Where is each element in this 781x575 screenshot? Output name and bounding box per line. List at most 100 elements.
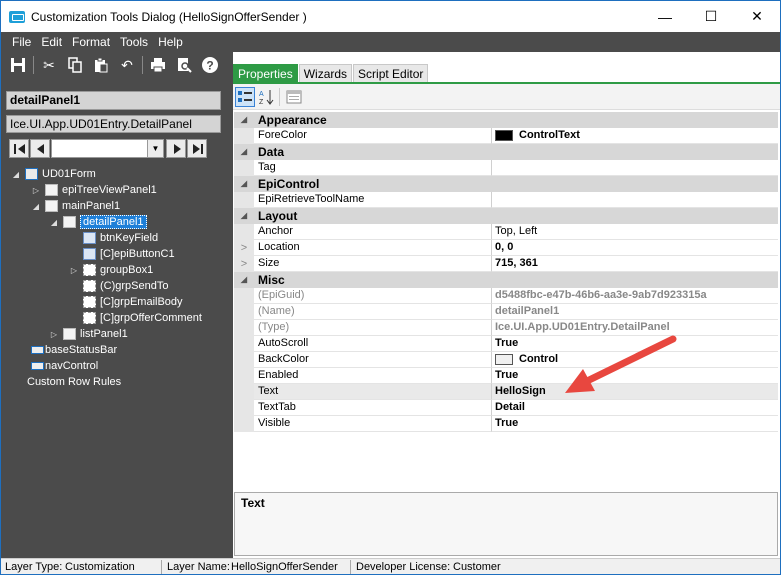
alphabetical-icon[interactable]: AZ [257,87,277,107]
next-button[interactable] [166,139,186,158]
tab-script-editor[interactable]: Script Editor [353,64,429,82]
property-category[interactable]: ◢ Appearance [234,112,778,128]
row-gutter[interactable]: ◢ [234,272,254,288]
property-row[interactable]: (EpiGuid) d5488fbc-e47b-46b6-aa3e-9ab7d92… [234,288,778,304]
maximize-button[interactable]: ☐ [688,1,734,32]
property-pages-icon[interactable] [284,87,304,107]
property-row[interactable]: Enabled True [234,368,778,384]
paste-icon[interactable] [90,54,112,76]
first-button[interactable] [9,139,29,158]
property-row[interactable]: > Size 715, 361 [234,256,778,272]
row-gutter[interactable] [234,416,254,432]
property-category[interactable]: ◢ Data [234,144,778,160]
menu-file[interactable]: File [7,35,36,49]
property-value[interactable]: 0, 0 [492,240,778,256]
property-row[interactable]: BackColor Control [234,352,778,368]
expand-icon[interactable]: > [241,242,247,254]
row-gutter[interactable] [234,288,254,304]
previous-button[interactable] [30,139,50,158]
row-gutter[interactable]: > [234,256,254,272]
tree-node[interactable]: baseStatusBar [31,342,117,358]
menu-edit[interactable]: Edit [36,35,67,49]
collapse-icon[interactable]: ◢ [49,218,59,227]
row-gutter[interactable]: ◢ [234,112,254,128]
property-category[interactable]: ◢ Misc [234,272,778,288]
property-category[interactable]: ◢ EpiControl [234,176,778,192]
categorized-icon[interactable] [235,86,255,107]
tab-properties[interactable]: Properties [233,64,298,82]
tree-node[interactable]: (C)grpSendTo [69,278,168,294]
property-value[interactable]: detailPanel1 [492,304,778,320]
property-row[interactable]: Text HelloSign [234,384,778,400]
property-row[interactable]: Tag [234,160,778,176]
tree-node[interactable]: btnKeyField [69,230,158,246]
tree-node[interactable]: ▷ listPanel1 [49,326,128,342]
help-icon[interactable]: ? [199,54,221,76]
tree-node[interactable]: [C]grpEmailBody [69,294,183,310]
menu-format[interactable]: Format [67,35,115,49]
expand-icon[interactable]: ▷ [31,186,41,195]
property-category[interactable]: ◢ Layout [234,208,778,224]
expand-icon[interactable]: ▷ [49,330,59,339]
control-selector[interactable]: ▼ [51,139,164,158]
copy-icon[interactable] [64,54,86,76]
menu-help[interactable]: Help [153,35,188,49]
row-gutter[interactable] [234,384,254,400]
tab-wizards[interactable]: Wizards [298,64,353,82]
property-row[interactable]: Visible True [234,416,778,432]
property-row[interactable]: ForeColor ControlText [234,128,778,144]
row-gutter[interactable] [234,320,254,336]
tree-node[interactable]: ◢ UD01Form [11,166,96,182]
row-gutter[interactable] [234,160,254,176]
row-gutter[interactable] [234,304,254,320]
print-preview-icon[interactable] [173,54,195,76]
property-value[interactable] [492,192,778,208]
row-gutter[interactable] [234,352,254,368]
row-gutter[interactable] [234,368,254,384]
close-button[interactable]: ✕ [734,1,780,32]
save-icon[interactable] [7,54,29,76]
last-button[interactable] [187,139,207,158]
print-icon[interactable] [147,54,169,76]
tree-node[interactable]: Custom Row Rules [27,374,121,390]
minimize-button[interactable]: — [642,1,688,32]
property-value[interactable]: True [492,416,778,432]
row-gutter[interactable]: > [234,240,254,256]
row-gutter[interactable] [234,400,254,416]
chevron-down-icon[interactable]: ▼ [147,140,163,157]
property-value[interactable]: 715, 361 [492,256,778,272]
property-row[interactable]: (Type) Ice.UI.App.UD01Entry.DetailPanel [234,320,778,336]
property-row[interactable]: (Name) detailPanel1 [234,304,778,320]
property-row[interactable]: EpiRetrieveToolName [234,192,778,208]
property-row[interactable]: AutoScroll True [234,336,778,352]
row-gutter[interactable]: ◢ [234,208,254,224]
property-row[interactable]: Anchor Top, Left [234,224,778,240]
row-gutter[interactable] [234,128,254,144]
property-value[interactable]: d5488fbc-e47b-46b6-aa3e-9ab7d923315a [492,288,778,304]
row-gutter[interactable] [234,224,254,240]
row-gutter[interactable]: ◢ [234,144,254,160]
row-gutter[interactable] [234,192,254,208]
tree-node[interactable]: [C]grpOfferComment [69,310,202,326]
property-value[interactable]: ControlText [492,128,778,144]
tree-node[interactable]: ◢ detailPanel1 [49,214,147,230]
tree-node[interactable]: ◢ mainPanel1 [31,198,120,214]
tree-node[interactable]: navControl [31,358,98,374]
row-gutter[interactable]: ◢ [234,176,254,192]
collapse-icon[interactable]: ◢ [31,202,41,211]
tree-node[interactable]: ▷ epiTreeViewPanel1 [31,182,157,198]
undo-icon[interactable]: ↶ [116,54,138,76]
collapse-icon[interactable]: ◢ [11,170,21,179]
row-gutter[interactable] [234,336,254,352]
property-row[interactable]: > Location 0, 0 [234,240,778,256]
menu-tools[interactable]: Tools [115,35,153,49]
property-value[interactable]: Top, Left [492,224,778,240]
expand-icon[interactable]: ▷ [69,266,79,275]
cut-icon[interactable]: ✂ [38,54,60,76]
tree-node[interactable]: ▷ groupBox1 [69,262,153,278]
tree-node[interactable]: [C]epiButtonC1 [69,246,175,262]
property-value[interactable] [492,160,778,176]
property-row[interactable]: TextTab Detail [234,400,778,416]
property-value[interactable]: Detail [492,400,778,416]
expand-icon[interactable]: > [241,258,247,270]
